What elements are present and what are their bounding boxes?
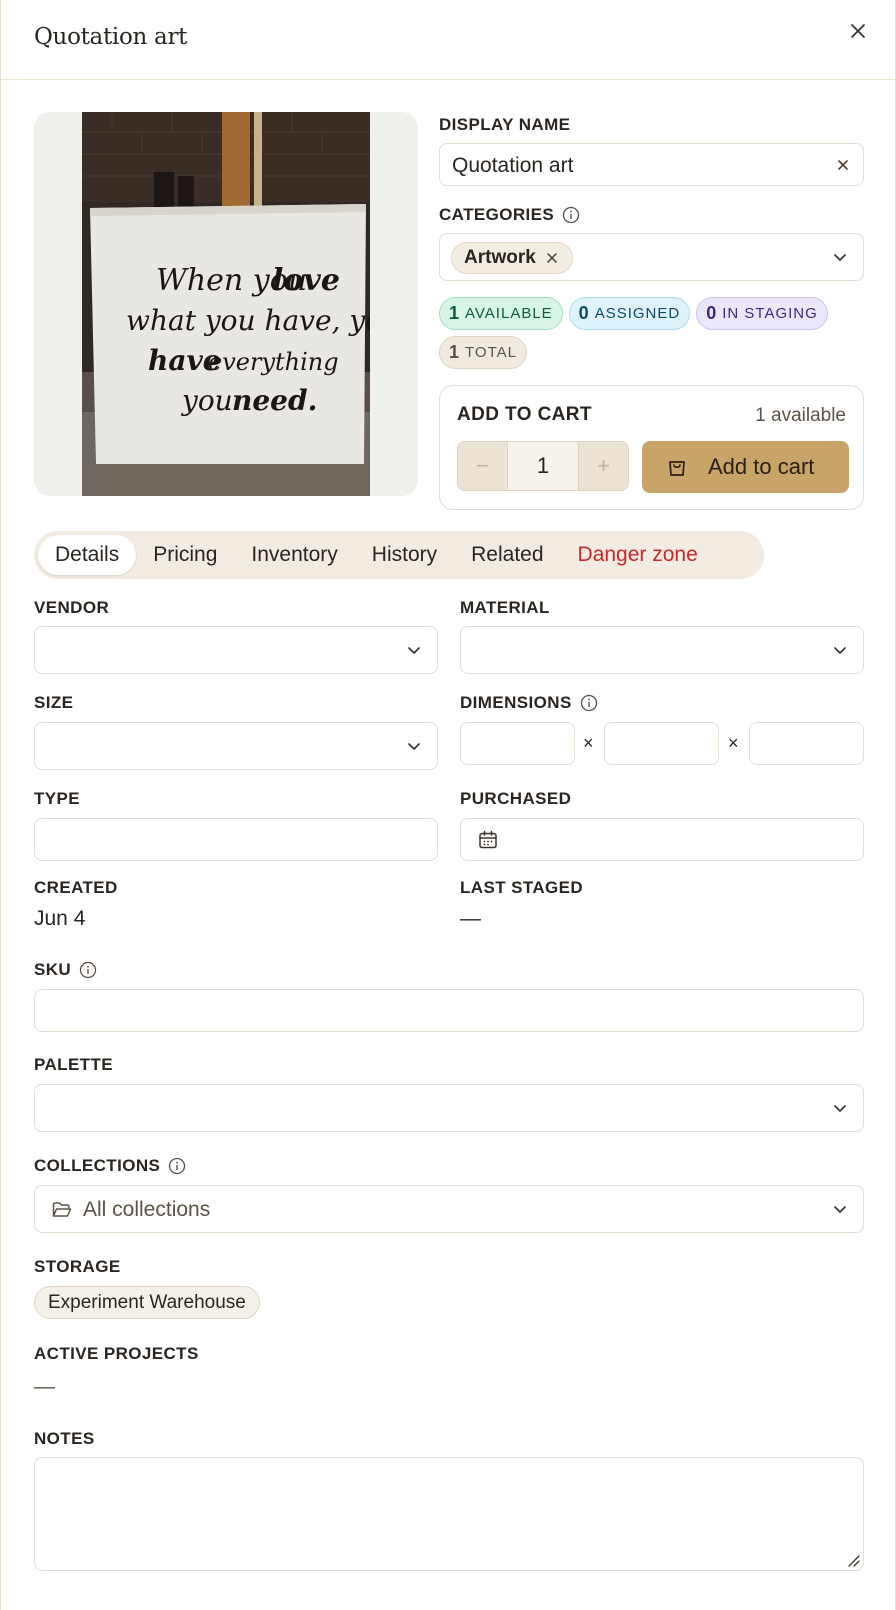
display-name-label: DISPLAY NAME [439,115,571,134]
chevron-down-icon [408,647,420,654]
total-badge: 1 TOTAL [439,336,527,369]
quote-sign-image: When you love what you have, you have ev… [82,112,370,496]
folder-open-icon [52,1202,72,1217]
dimension-separator: × [583,733,594,753]
close-button[interactable] [847,20,869,42]
purchased-label: PURCHASED [460,789,572,808]
calendar-icon[interactable] [477,829,499,851]
svg-text:everything: everything [208,348,339,376]
clear-icon[interactable] [835,157,851,173]
plus-icon: + [597,453,610,478]
tab-related[interactable]: Related [454,535,560,575]
tab-pricing[interactable]: Pricing [136,535,234,575]
purchased-date-input[interactable] [460,818,864,861]
chevron-down-icon[interactable] [831,248,849,266]
vendor-select[interactable] [34,626,438,674]
chevron-down-icon [834,1105,846,1112]
palette-label: PALETTE [34,1055,113,1074]
minus-icon: − [476,453,489,478]
storage-label: STORAGE [34,1257,121,1276]
add-to-cart-card: ADD TO CART 1 available − 1 + Add to car… [439,385,864,510]
dimension-height-input[interactable] [749,722,864,765]
last-staged-label: LAST STAGED [460,878,584,897]
remove-chip-icon[interactable] [546,252,558,264]
sku-label-row: SKU [34,960,97,980]
product-photo: When you love what you have, you have ev… [82,112,370,496]
available-count: 1 available [755,405,846,426]
chevron-down-icon [408,743,420,750]
dimension-depth-input[interactable] [604,722,719,765]
resize-handle-icon[interactable] [846,1553,860,1567]
category-chip-label: Artwork [464,247,536,268]
last-staged-value: — [460,907,481,930]
dimensions-label-row: DIMENSIONS [460,693,598,713]
categories-label: CATEGORIES [439,205,555,224]
detail-tabs: Details Pricing Inventory History Relate… [34,531,764,579]
dimension-width-input[interactable] [460,722,575,765]
display-name-input[interactable]: Quotation art [439,143,864,186]
chevron-down-icon [834,1206,846,1213]
created-label: CREATED [34,878,118,897]
size-label: SIZE [34,693,74,712]
panel-header: Quotation art [1,0,895,80]
assigned-badge: 0 ASSIGNED [568,297,691,330]
add-to-cart-label: Add to cart [708,454,815,479]
sku-input[interactable] [34,989,864,1032]
svg-text:need.: need. [232,384,317,417]
info-icon[interactable] [168,1157,186,1175]
collections-value: All collections [83,1198,211,1221]
collections-label-row: COLLECTIONS [34,1156,186,1176]
active-projects-value: — [34,1375,55,1398]
notes-label: NOTES [34,1429,95,1448]
categories-select[interactable]: Artwork [439,233,864,281]
chevron-down-icon [834,647,846,654]
tab-details[interactable]: Details [38,535,137,575]
svg-text:you: you [180,384,233,417]
quantity-value[interactable]: 1 [507,442,579,490]
categories-label-row: CATEGORIES [439,205,580,225]
palette-select[interactable] [34,1084,864,1132]
collections-select[interactable]: All collections [34,1185,864,1233]
add-to-cart-button[interactable]: Add to cart [642,441,849,493]
svg-text:what you have, you: what you have, you [126,304,370,337]
dimensions-label: DIMENSIONS [460,693,572,712]
notes-textarea[interactable] [34,1457,864,1571]
category-chip: Artwork [451,242,573,274]
info-icon[interactable] [580,694,598,712]
close-icon [851,24,865,38]
material-label: MATERIAL [460,598,550,617]
tab-history[interactable]: History [355,535,454,575]
notes-wrapper [34,1457,864,1571]
info-icon[interactable] [79,961,97,979]
panel-title: Quotation art [34,24,188,50]
tab-danger-zone[interactable]: Danger zone [561,535,715,575]
inventory-status-badges: 1 AVAILABLE 0 ASSIGNED 0 IN STAGING 1 TOTAL [439,297,864,369]
display-name-label-row: DISPLAY NAME [439,115,570,135]
size-select[interactable] [34,722,438,770]
vendor-label: VENDOR [34,598,110,617]
material-select[interactable] [460,626,864,674]
in-staging-badge: 0 IN STAGING [696,297,828,330]
created-value: Jun 4 [34,907,86,930]
sku-label: SKU [34,960,72,979]
type-input[interactable] [34,818,438,861]
quantity-stepper[interactable]: − 1 + [457,441,629,491]
svg-text:love: love [272,263,340,298]
shopping-bag-icon [669,461,685,476]
tab-inventory[interactable]: Inventory [234,535,354,575]
dimension-separator: × [728,733,739,753]
type-label: TYPE [34,789,81,808]
display-name-value: Quotation art [452,154,574,177]
info-icon[interactable] [562,206,580,224]
increment-button[interactable]: + [579,442,628,490]
item-detail-panel: Quotation art When you love what you hav… [0,0,896,1610]
available-badge: 1 AVAILABLE [439,297,563,330]
add-to-cart-title: ADD TO CART [457,404,592,425]
decrement-button[interactable]: − [458,442,507,490]
active-projects-label: ACTIVE PROJECTS [34,1344,199,1363]
product-image-container: When you love what you have, you have ev… [34,112,418,496]
collections-label: COLLECTIONS [34,1156,161,1175]
storage-chip[interactable]: Experiment Warehouse [34,1286,260,1319]
